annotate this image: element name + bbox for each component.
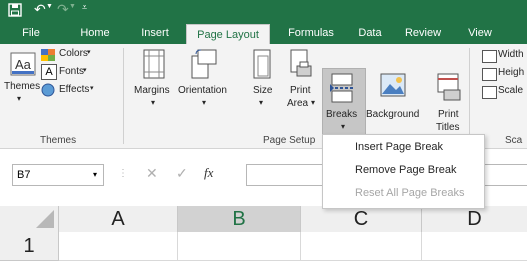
print-titles-label-2[interactable]: Titles	[436, 122, 460, 133]
print-area-label-2[interactable]: Area	[287, 98, 308, 109]
colors-dropdown-icon[interactable]: ▾	[87, 48, 91, 56]
themes-dropdown-icon[interactable]: ▾	[17, 94, 21, 103]
tab-insert[interactable]: Insert	[134, 22, 176, 44]
tab-review[interactable]: Review	[398, 22, 448, 44]
scale-icon[interactable]	[482, 86, 497, 99]
breaks-dropdown-icon[interactable]: ▾	[341, 122, 345, 131]
print-area-label-1[interactable]: Print	[290, 85, 311, 96]
menu-item-reset-all-page-breaks: Reset All Page Breaks	[355, 187, 465, 199]
print-titles-icon[interactable]	[436, 72, 462, 107]
customize-qat-icon[interactable]: ⩡	[82, 2, 87, 13]
width-icon[interactable]	[482, 50, 497, 63]
cell-d1[interactable]	[422, 232, 527, 261]
group-page-setup-label: Page Setup	[263, 135, 316, 146]
column-header-b[interactable]: B	[178, 206, 301, 234]
breaks-icon[interactable]	[330, 72, 354, 109]
tab-formulas[interactable]: Formulas	[282, 22, 340, 44]
tab-page-layout[interactable]: Page Layout	[186, 24, 270, 45]
tab-data[interactable]: Data	[352, 22, 388, 44]
cancel-icon: ✕	[146, 165, 158, 181]
cell-c1[interactable]	[301, 232, 422, 261]
colors-icon[interactable]	[41, 48, 55, 61]
column-header-a[interactable]: A	[59, 206, 178, 233]
select-all-button[interactable]	[0, 206, 59, 233]
column-header-d[interactable]: D	[422, 206, 527, 233]
margins-dropdown-icon[interactable]: ▾	[151, 98, 155, 107]
height-label[interactable]: Heigh	[498, 67, 524, 78]
width-label[interactable]: Width	[498, 49, 524, 60]
tab-home[interactable]: Home	[72, 22, 118, 44]
background-icon[interactable]	[380, 72, 406, 107]
size-icon[interactable]	[252, 48, 272, 85]
undo-icon[interactable]: ↶	[34, 1, 46, 18]
background-label[interactable]: Background	[366, 109, 419, 120]
column-header-c[interactable]: C	[301, 206, 422, 233]
orientation-label[interactable]: Orientation	[178, 85, 227, 96]
effects-label[interactable]: Effects	[59, 84, 89, 95]
svg-text:Aa: Aa	[15, 57, 32, 72]
size-dropdown-icon[interactable]: ▾	[259, 98, 263, 107]
group-divider	[123, 48, 124, 144]
breaks-label[interactable]: Breaks	[326, 109, 357, 120]
ribbon-tab-bar: File Home Insert Page Layout Formulas Da…	[0, 22, 527, 45]
margins-label[interactable]: Margins	[134, 85, 170, 96]
colors-label[interactable]: Colors	[59, 48, 88, 59]
themes-button[interactable]: Aa	[10, 52, 36, 81]
row-header-1[interactable]: 1	[0, 232, 59, 261]
menu-item-insert-page-break[interactable]: Insert Page Break	[355, 141, 443, 153]
effects-icon[interactable]	[41, 83, 55, 97]
height-icon[interactable]	[482, 68, 497, 81]
enter-icon: ✓	[176, 165, 188, 181]
save-icon[interactable]	[8, 3, 22, 20]
tab-file[interactable]: File	[14, 22, 48, 44]
effects-dropdown-icon[interactable]: ▾	[90, 84, 94, 92]
name-box-value: B7	[17, 169, 31, 181]
insert-function-icon[interactable]: fx	[204, 165, 213, 181]
print-area-dropdown-icon[interactable]: ▾	[311, 98, 315, 107]
group-scale-label: Sca	[505, 135, 523, 146]
menu-item-remove-page-break[interactable]: Remove Page Break	[355, 164, 457, 176]
tab-view[interactable]: View	[460, 22, 500, 44]
name-box[interactable]: B7 ▾	[12, 164, 104, 186]
group-divider	[469, 48, 470, 144]
formula-bar-divider-icon: ⋮	[118, 168, 128, 179]
group-themes-label: Themes	[40, 135, 77, 146]
themes-label: Themes	[4, 81, 41, 92]
fonts-icon[interactable]: A	[41, 64, 57, 80]
breaks-menu: Insert Page Break Remove Page Break Rese…	[322, 134, 485, 209]
print-titles-label-1[interactable]: Print	[438, 109, 459, 120]
size-label[interactable]: Size	[253, 85, 272, 96]
redo-icon: ↷	[57, 1, 69, 17]
redo-dropdown-icon: ▼	[69, 3, 76, 10]
cell-a1[interactable]	[59, 232, 178, 261]
name-box-dropdown-icon[interactable]: ▾	[93, 165, 97, 185]
fonts-dropdown-icon[interactable]: ▾	[83, 66, 87, 74]
fonts-label[interactable]: Fonts	[59, 66, 84, 77]
scale-label[interactable]: Scale	[498, 85, 523, 96]
orientation-dropdown-icon[interactable]: ▾	[202, 98, 206, 107]
title-bar: ↶ ▼ ↷ ▼ ⩡	[0, 0, 527, 22]
orientation-icon[interactable]	[190, 48, 218, 85]
margins-icon[interactable]	[142, 48, 166, 85]
undo-dropdown-icon[interactable]: ▼	[46, 3, 53, 10]
cell-b1[interactable]	[178, 232, 301, 261]
print-area-icon[interactable]	[287, 48, 313, 85]
